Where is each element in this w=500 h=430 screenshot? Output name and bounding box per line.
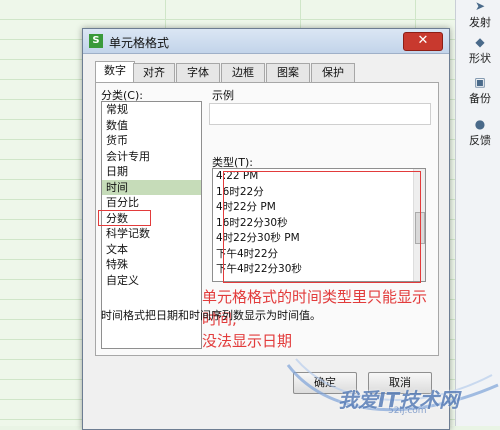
category-item[interactable]: 日期 [102, 164, 201, 180]
side-item-share[interactable]: ➤ 发射 [460, 0, 500, 40]
type-list-scrollbar[interactable] [413, 169, 425, 281]
category-item[interactable]: 科学记数 [102, 226, 201, 242]
dialog-titlebar[interactable]: S 单元格格式 ✕ [83, 29, 449, 54]
type-item[interactable]: 4时22分30秒 PM [213, 231, 425, 247]
scroll-thumb[interactable] [415, 212, 425, 244]
side-item-shape[interactable]: ◆ 形状 [460, 36, 500, 76]
category-item[interactable]: 特殊 [102, 257, 201, 273]
sample-preview [209, 103, 431, 125]
type-item[interactable]: 4时22分 PM [213, 200, 425, 216]
shape-icon: ◆ [475, 35, 485, 49]
tab-pattern[interactable]: 图案 [266, 63, 310, 82]
category-item[interactable]: 文本 [102, 242, 201, 258]
side-item-label: 发射 [469, 16, 491, 29]
category-item[interactable]: 常规 [102, 102, 201, 118]
sample-group: 示例 [209, 87, 431, 125]
highlight-box-time-category [98, 210, 151, 226]
type-list[interactable]: 4:22 PM 16时22分 4时22分 PM 16时22分30秒 4时22分3… [212, 168, 426, 282]
tab-border[interactable]: 边框 [221, 63, 265, 82]
type-item[interactable]: 16时22分30秒 [213, 216, 425, 232]
backup-icon: ▣ [474, 75, 486, 89]
side-item-label: 反馈 [469, 134, 491, 147]
tab-protection[interactable]: 保护 [311, 63, 355, 82]
category-item[interactable]: 自定义 [102, 273, 201, 289]
tab-number[interactable]: 数字 [95, 61, 135, 83]
side-item-backup[interactable]: ▣ 备份 [460, 76, 500, 116]
sample-label: 示例 [212, 89, 234, 102]
category-item[interactable]: 货币 [102, 133, 201, 149]
tab-font[interactable]: 字体 [176, 63, 220, 82]
watermark-url: 52ij.com [388, 406, 427, 416]
annotation-line-2: 没法显示日期 [202, 332, 293, 350]
close-button[interactable]: ✕ [403, 32, 443, 51]
type-item[interactable]: 下午4时22分 [213, 247, 425, 263]
share-icon: ➤ [474, 0, 486, 13]
app-icon: S [89, 34, 103, 48]
dialog-title: 单元格格式 [109, 36, 170, 50]
category-item-selected[interactable]: 时间 [102, 179, 201, 195]
category-item[interactable]: 会计专用 [102, 149, 201, 165]
type-item[interactable]: 下午4时22分30秒 [213, 262, 425, 278]
feedback-icon: ● [474, 117, 486, 131]
category-item[interactable]: 百分比 [102, 195, 201, 211]
type-item[interactable]: 4:22 PM [213, 169, 425, 185]
side-item-label: 备份 [469, 92, 491, 105]
format-description: 时间格式把日期和时间序列数显示为时间值。 [101, 309, 321, 322]
side-item-feedback[interactable]: ● 反馈 [460, 118, 500, 158]
side-item-label: 形状 [469, 52, 491, 65]
tab-alignment[interactable]: 对齐 [133, 63, 175, 82]
category-item[interactable]: 数值 [102, 118, 201, 134]
type-item[interactable]: 16时22分 [213, 185, 425, 201]
